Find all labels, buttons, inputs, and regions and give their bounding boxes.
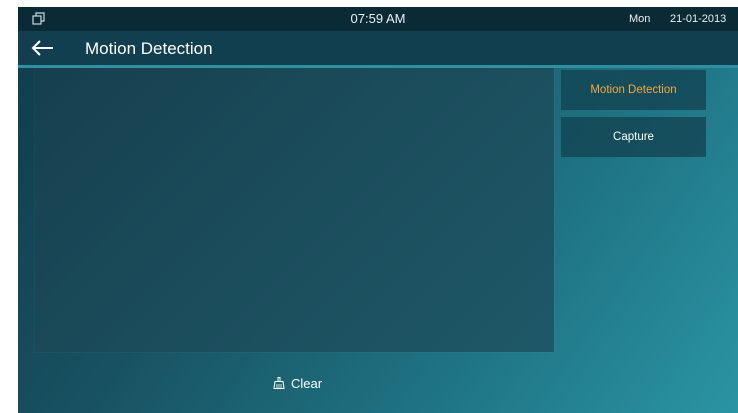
motion-detection-area[interactable] (35, 68, 554, 352)
broom-icon (273, 377, 285, 389)
title-bar: Motion Detection (18, 31, 738, 65)
status-day: Mon (629, 13, 651, 25)
device-screen: 07:59 AM Mon 21-01-2013 Motion Detection… (18, 7, 738, 413)
status-date: 21-01-2013 (670, 13, 727, 25)
back-arrow-icon[interactable] (30, 37, 56, 59)
page-title: Motion Detection (85, 39, 213, 58)
clear-button[interactable]: Clear (273, 374, 322, 392)
status-bar: 07:59 AM Mon 21-01-2013 (18, 7, 738, 31)
menu-item-motion-detection[interactable]: Motion Detection (561, 70, 706, 110)
menu-item-capture[interactable]: Capture (561, 117, 706, 157)
clear-label: Clear (291, 375, 323, 391)
